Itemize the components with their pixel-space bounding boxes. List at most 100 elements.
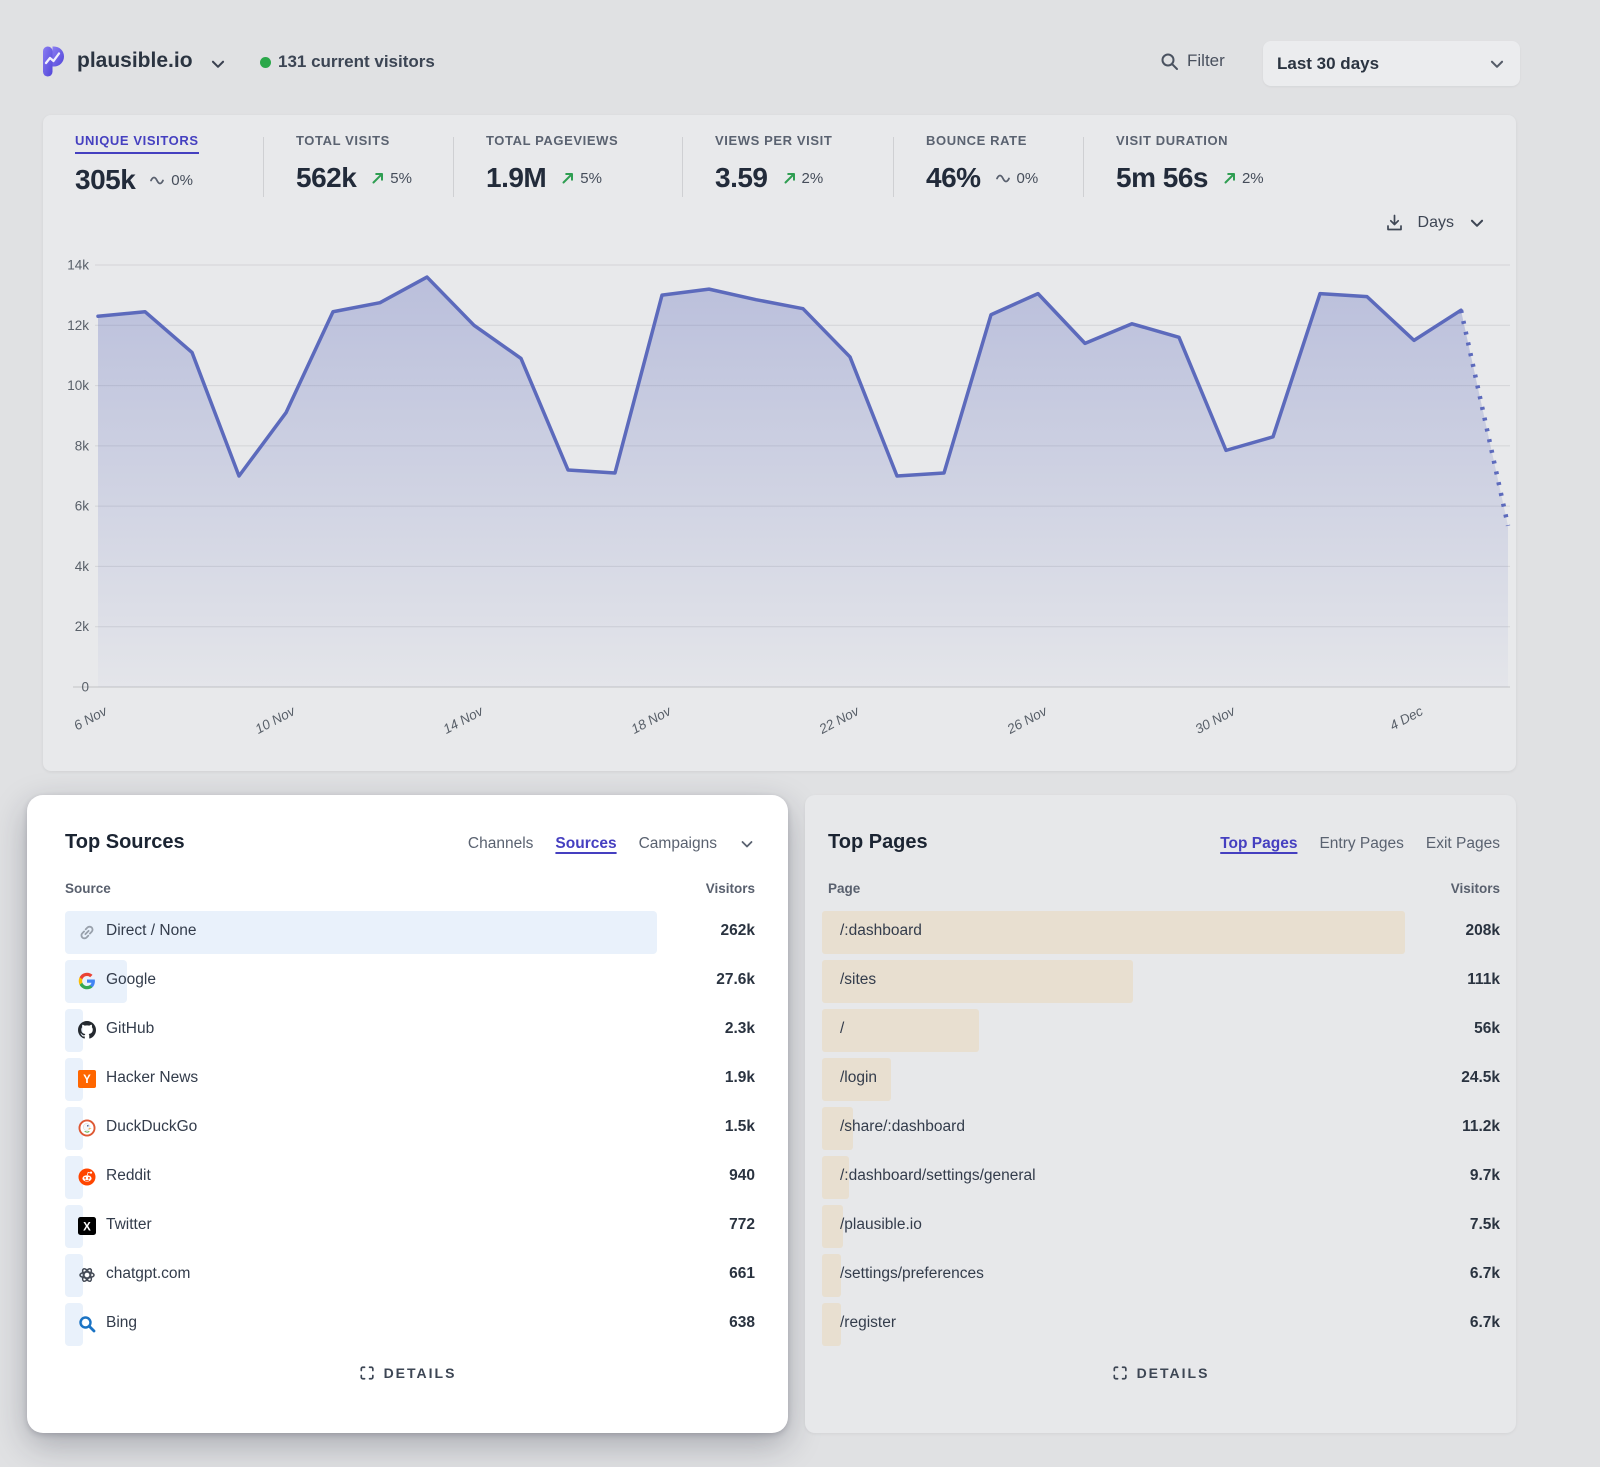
- sources-details-button[interactable]: DETAILS: [359, 1365, 457, 1381]
- stat-value: 1.9M: [486, 162, 546, 194]
- page-path[interactable]: /sites: [840, 971, 876, 989]
- source-name[interactable]: DuckDuckGo: [106, 1118, 197, 1136]
- stat-total-visits[interactable]: TOTAL VISITS562k5%: [296, 132, 412, 194]
- column-header: Visitors: [706, 881, 755, 896]
- filter-button[interactable]: Filter: [1160, 51, 1225, 71]
- stat-total-pageviews[interactable]: TOTAL PAGEVIEWS1.9M5%: [486, 132, 618, 194]
- svg-text:6k: 6k: [75, 499, 90, 514]
- visitors-count: 262k: [721, 922, 755, 940]
- current-visitors[interactable]: 131 current visitors: [278, 52, 435, 72]
- pages-details-button[interactable]: DETAILS: [1112, 1365, 1210, 1381]
- svg-text:10 Nov: 10 Nov: [253, 703, 299, 737]
- source-name[interactable]: Hacker News: [106, 1069, 198, 1087]
- source-name[interactable]: Google: [106, 971, 156, 989]
- expand-icon: [1112, 1365, 1128, 1381]
- stat-value: 305k: [75, 164, 135, 196]
- page-path[interactable]: /plausible.io: [840, 1216, 922, 1234]
- divider: [893, 137, 894, 197]
- stat-label: TOTAL PAGEVIEWS: [486, 133, 618, 152]
- live-dot-icon: [260, 57, 271, 68]
- date-range-select[interactable]: Last 30 days: [1263, 41, 1520, 86]
- visitors-count: 9.7k: [1470, 1167, 1500, 1185]
- analytics-card: UNIQUE VISITORS305k0%TOTAL VISITS562k5%T…: [43, 115, 1516, 771]
- svg-text:Y: Y: [83, 1074, 91, 1086]
- link-icon: [78, 923, 96, 941]
- page-path[interactable]: /share/:dashboard: [840, 1118, 965, 1136]
- svg-text:10k: 10k: [67, 378, 89, 393]
- visitors-area-chart[interactable]: 14k12k10k8k6k4k2k06 Nov10 Nov14 Nov18 No…: [43, 248, 1516, 758]
- source-name[interactable]: Direct / None: [106, 922, 196, 940]
- tab-channels[interactable]: Channels: [468, 835, 534, 853]
- page-path[interactable]: /login: [840, 1069, 877, 1087]
- stat-value: 3.59: [715, 162, 768, 194]
- twitter-icon: X: [78, 1217, 96, 1235]
- visitors-count: 6.7k: [1470, 1265, 1500, 1283]
- visitors-count: 661: [729, 1265, 755, 1283]
- page-path[interactable]: /settings/preferences: [840, 1265, 984, 1283]
- chevron-down-icon[interactable]: [1468, 214, 1486, 232]
- tab-exit-pages[interactable]: Exit Pages: [1426, 835, 1500, 853]
- page-row: /share/:dashboard 11.2k: [805, 1104, 1516, 1153]
- page-row: /login 24.5k: [805, 1055, 1516, 1104]
- stat-change: 2%: [1242, 170, 1264, 187]
- page-path[interactable]: /: [840, 1020, 844, 1038]
- visitors-chart[interactable]: 14k12k10k8k6k4k2k06 Nov10 Nov14 Nov18 No…: [43, 248, 1516, 758]
- stat-change: 0%: [1017, 170, 1039, 187]
- details-label: DETAILS: [1137, 1365, 1210, 1381]
- page-row: /sites 111k: [805, 957, 1516, 1006]
- stat-change: 0%: [171, 172, 193, 189]
- visitors-count: 27.6k: [716, 971, 755, 989]
- tab-top-pages[interactable]: Top Pages: [1220, 835, 1297, 853]
- svg-text:4 Dec: 4 Dec: [1387, 703, 1425, 733]
- chevron-down-icon: [1488, 55, 1506, 73]
- page-path[interactable]: /:dashboard/settings/general: [840, 1167, 1036, 1185]
- pages-tabs: Top Pages Entry Pages Exit Pages: [1220, 835, 1500, 853]
- chevron-down-icon[interactable]: [209, 55, 227, 73]
- interval-select[interactable]: Days: [1418, 214, 1454, 232]
- visitors-count: 56k: [1474, 1020, 1500, 1038]
- source-name[interactable]: Bing: [106, 1314, 137, 1332]
- page-row: /:dashboard208k: [805, 908, 1516, 957]
- source-row: XTwitter772: [27, 1202, 788, 1251]
- divider: [263, 137, 264, 197]
- search-icon: [1160, 52, 1179, 71]
- page-path[interactable]: /:dashboard: [840, 922, 922, 940]
- source-row: GitHub2.3k: [27, 1006, 788, 1055]
- proportion-bar: [822, 1254, 841, 1297]
- visitors-count: 638: [729, 1314, 755, 1332]
- details-label: DETAILS: [384, 1365, 457, 1381]
- sources-tabs: Channels Sources Campaigns: [468, 835, 755, 853]
- tab-sources[interactable]: Sources: [555, 835, 616, 853]
- stat-visit-duration[interactable]: VISIT DURATION5m 56s2%: [1116, 132, 1264, 194]
- chevron-down-icon[interactable]: [739, 836, 755, 852]
- tab-campaigns[interactable]: Campaigns: [639, 835, 717, 853]
- site-name[interactable]: plausible.io: [77, 49, 193, 73]
- page-row: /register6.7k: [805, 1300, 1516, 1349]
- plausible-logo-icon: [40, 46, 68, 77]
- page-path[interactable]: /register: [840, 1314, 896, 1332]
- tab-entry-pages[interactable]: Entry Pages: [1319, 835, 1403, 853]
- source-name[interactable]: Twitter: [106, 1216, 152, 1234]
- stat-unique-visitors[interactable]: UNIQUE VISITORS305k0%: [75, 132, 199, 196]
- svg-text:X: X: [83, 1221, 91, 1233]
- stat-label: VISIT DURATION: [1116, 133, 1228, 152]
- source-row: chatgpt.com 661: [27, 1251, 788, 1300]
- column-header: Visitors: [1451, 881, 1500, 896]
- source-name[interactable]: GitHub: [106, 1020, 154, 1038]
- stat-bounce-rate[interactable]: BOUNCE RATE 46% 0%: [926, 132, 1038, 194]
- source-name[interactable]: Reddit: [106, 1167, 151, 1185]
- stat-label: TOTAL VISITS: [296, 133, 390, 152]
- filter-label: Filter: [1187, 51, 1225, 71]
- visitors-count: 111k: [1467, 971, 1500, 989]
- source-row: Reddit940: [27, 1153, 788, 1202]
- stat-views-per-visit[interactable]: VIEWS PER VISIT3.592%: [715, 132, 832, 194]
- svg-text:22 Nov: 22 Nov: [816, 703, 863, 737]
- trend-flat-icon: [995, 171, 1013, 185]
- visitors-count: 24.5k: [1461, 1069, 1500, 1087]
- source-name[interactable]: chatgpt.com: [106, 1265, 190, 1283]
- download-icon[interactable]: [1385, 213, 1404, 232]
- stat-value: 46%: [926, 162, 981, 194]
- visitors-count: 11.2k: [1462, 1118, 1500, 1136]
- stat-label: BOUNCE RATE: [926, 133, 1027, 152]
- visitors-count: 1.9k: [725, 1069, 755, 1087]
